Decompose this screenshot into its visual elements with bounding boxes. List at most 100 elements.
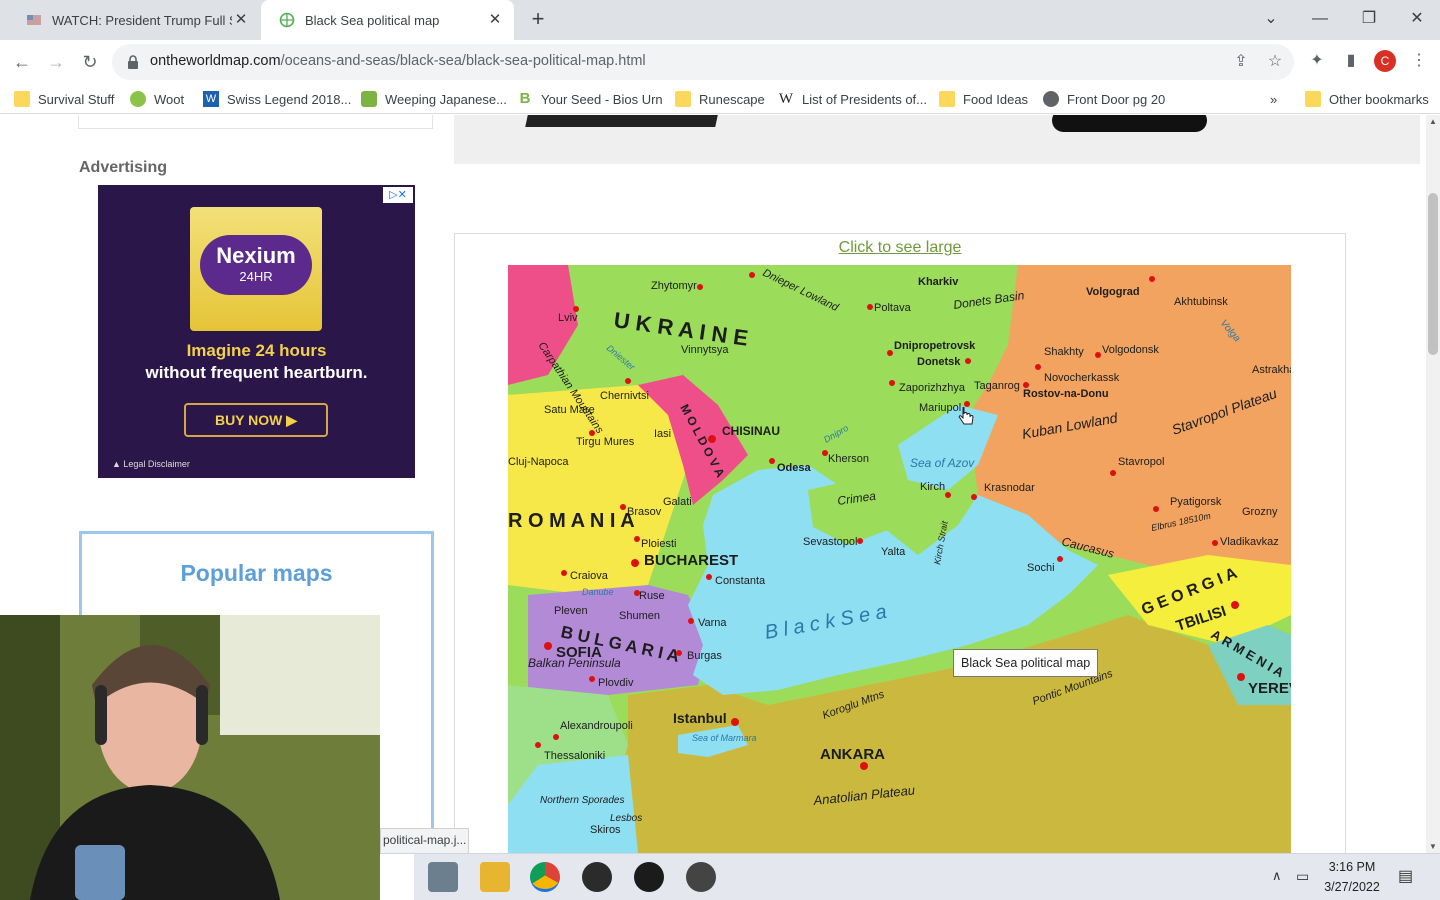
city-kharkiv: Kharkiv (918, 276, 959, 288)
share-icon[interactable]: ⇪ (1230, 51, 1252, 73)
bookmark-label: Your Seed - Bios Urn (541, 91, 663, 107)
city-yalta: Yalta (881, 546, 906, 558)
city-thessaloniki: Thessaloniki (544, 750, 605, 762)
bookmark-swiss-legend[interactable]: W Swiss Legend 2018... (203, 90, 351, 108)
side-panel-icon[interactable]: ▮ (1340, 50, 1362, 72)
folder-icon (675, 91, 691, 107)
bookmark-label: Woot (154, 91, 185, 107)
region-lesbos: Lesbos (610, 813, 642, 824)
city-akhtubinsk: Akhtubinsk (1174, 296, 1228, 308)
scroll-up-icon[interactable]: ▲ (1429, 117, 1437, 126)
tray-chevron-icon[interactable]: ∧ (1272, 868, 1282, 884)
bookmark-front-door[interactable]: Front Door pg 20 (1043, 90, 1165, 108)
clock-time[interactable]: 3:16 PM (1320, 860, 1384, 874)
bookmark-label: List of Presidents of... (802, 91, 928, 107)
click-to-see-large-link[interactable]: Click to see large (455, 239, 1345, 257)
file-explorer-icon[interactable] (480, 862, 510, 892)
city-astrakhan: Astrakha (1252, 364, 1291, 376)
hand-cursor-icon (958, 407, 974, 425)
page-scrollbar[interactable]: ▲ ▼ (1426, 115, 1440, 853)
forward-arrow-icon[interactable]: → (44, 50, 68, 74)
city-krasnodar: Krasnodar (984, 482, 1035, 494)
bookmark-survival-stuff[interactable]: Survival Stuff (14, 90, 114, 108)
roblox-icon[interactable] (634, 862, 664, 892)
taskbar-search-box[interactable] (380, 854, 414, 900)
bookmark-food-ideas[interactable]: Food Ideas (939, 90, 1028, 108)
city-kherson: Kherson (828, 453, 869, 465)
obs-icon[interactable] (582, 862, 612, 892)
bookmark-label: Food Ideas (963, 91, 1029, 107)
region-balkan-peninsula: Balkan Peninsula (528, 656, 621, 670)
new-tab-button[interactable]: + (526, 8, 550, 32)
star-icon[interactable]: ☆ (1264, 51, 1286, 73)
city-alexandroupoli: Alexandroupoli (560, 720, 633, 732)
city-pyatigorsk: Pyatigorsk (1170, 496, 1222, 508)
minimize-icon[interactable]: — (1305, 6, 1335, 32)
city-galati: Galati (663, 496, 692, 508)
popular-maps-title: Popular maps (180, 560, 333, 586)
bookmark-runescape[interactable]: Runescape (675, 90, 765, 108)
menu-icon[interactable]: ⋮ (1408, 50, 1430, 72)
profile-avatar[interactable]: C (1374, 50, 1396, 72)
bookmark-label: Weeping Japanese... (385, 91, 507, 107)
bookmark-woot[interactable]: Woot (130, 90, 184, 108)
banner-button[interactable] (1052, 115, 1207, 132)
city-cluj-napoca: Cluj-Napoca (508, 456, 569, 468)
reload-icon[interactable]: ↻ (78, 50, 102, 74)
close-window-icon[interactable]: ✕ (1402, 6, 1432, 32)
ad-subline: without frequent heartburn. (145, 363, 368, 382)
plant-icon (361, 91, 377, 107)
notifications-icon[interactable]: ▤ (1398, 866, 1413, 886)
bookmark-list-of-presidents[interactable]: W List of Presidents of... (778, 90, 927, 108)
address-bar[interactable]: ontheworldmap.com/oceans-and-seas/black-… (112, 44, 1294, 80)
legal-disclaimer[interactable]: ▲ Legal Disclaimer (112, 459, 190, 469)
url-text: ontheworldmap.com/oceans-and-seas/black-… (150, 53, 646, 69)
city-stavropol: Stavropol (1118, 456, 1164, 468)
clock-date[interactable]: 3/27/2022 (1320, 880, 1384, 894)
advertising-label: Advertising (79, 159, 168, 176)
nexium-advertisement[interactable]: ▷✕ Nexium 24HR Imagine 24 hours without … (98, 185, 415, 478)
close-tab-icon[interactable]: ✕ (232, 11, 250, 29)
banner-text (525, 115, 721, 127)
city-volgograd: Volgograd (1086, 286, 1140, 298)
ad-choices-close-icon[interactable]: ▷✕ (383, 187, 413, 203)
globe-icon (279, 12, 295, 28)
restore-icon[interactable]: ❐ (1354, 6, 1384, 32)
browser-toolbar: ← → ↻ ontheworldmap.com/oceans-and-seas/… (0, 40, 1440, 84)
back-arrow-icon[interactable]: ← (10, 50, 34, 74)
city-rostov-na-donu: Rostov-na-Donu (1023, 388, 1109, 400)
city-odesa: Odesa (777, 462, 812, 474)
capital-chisinau: CHISINAU (722, 424, 780, 438)
bookmark-label: Front Door pg 20 (1067, 91, 1166, 107)
tab-black-sea-map[interactable]: Black Sea political map ✕ (261, 0, 514, 40)
other-bookmarks[interactable]: Other bookmarks (1305, 90, 1429, 108)
sidebar-box-edge (78, 115, 433, 129)
river-danube: Danube (582, 587, 614, 597)
bookmarks-overflow-icon[interactable]: » (1270, 90, 1277, 108)
city-zaporizhzhya: Zaporizhzhya (899, 382, 966, 394)
close-tab-icon[interactable]: ✕ (486, 11, 504, 29)
city-vladikavkaz: Vladikavkaz (1220, 536, 1279, 548)
city-burgas: Burgas (687, 650, 722, 662)
black-sea-political-map[interactable]: U K R A I N E R O M A N I A B U L G A R … (508, 265, 1291, 853)
scrollbar-thumb[interactable] (1428, 193, 1438, 355)
tab-watch-trump[interactable]: WATCH: President Trump Full Spé ✕ (8, 0, 260, 40)
bookmark-weeping-japanese[interactable]: Weeping Japanese... (361, 90, 507, 108)
tab-search-icon[interactable]: ⌄ (1256, 6, 1286, 32)
top-banner-ad[interactable] (454, 115, 1420, 164)
app-icon[interactable] (686, 862, 716, 892)
status-bar-url: political-map.j... (380, 828, 470, 853)
extensions-icon[interactable]: ✦ (1306, 50, 1328, 72)
city-shakhty: Shakhty (1044, 346, 1084, 358)
chrome-icon[interactable] (530, 862, 560, 892)
buy-now-button[interactable]: BUY NOW ▶ (184, 403, 328, 437)
bookmark-your-seed[interactable]: B Your Seed - Bios Urn (517, 90, 663, 108)
city-volgodonsk: Volgodonsk (1102, 344, 1159, 356)
calculator-icon[interactable] (428, 862, 458, 892)
woot-icon (130, 91, 146, 107)
city-ruse: Ruse (639, 590, 665, 602)
w-icon: W (203, 91, 219, 107)
ad-brand: Nexium (216, 243, 296, 268)
scroll-down-icon[interactable]: ▼ (1429, 842, 1437, 851)
network-icon[interactable]: ▭ (1296, 868, 1309, 885)
